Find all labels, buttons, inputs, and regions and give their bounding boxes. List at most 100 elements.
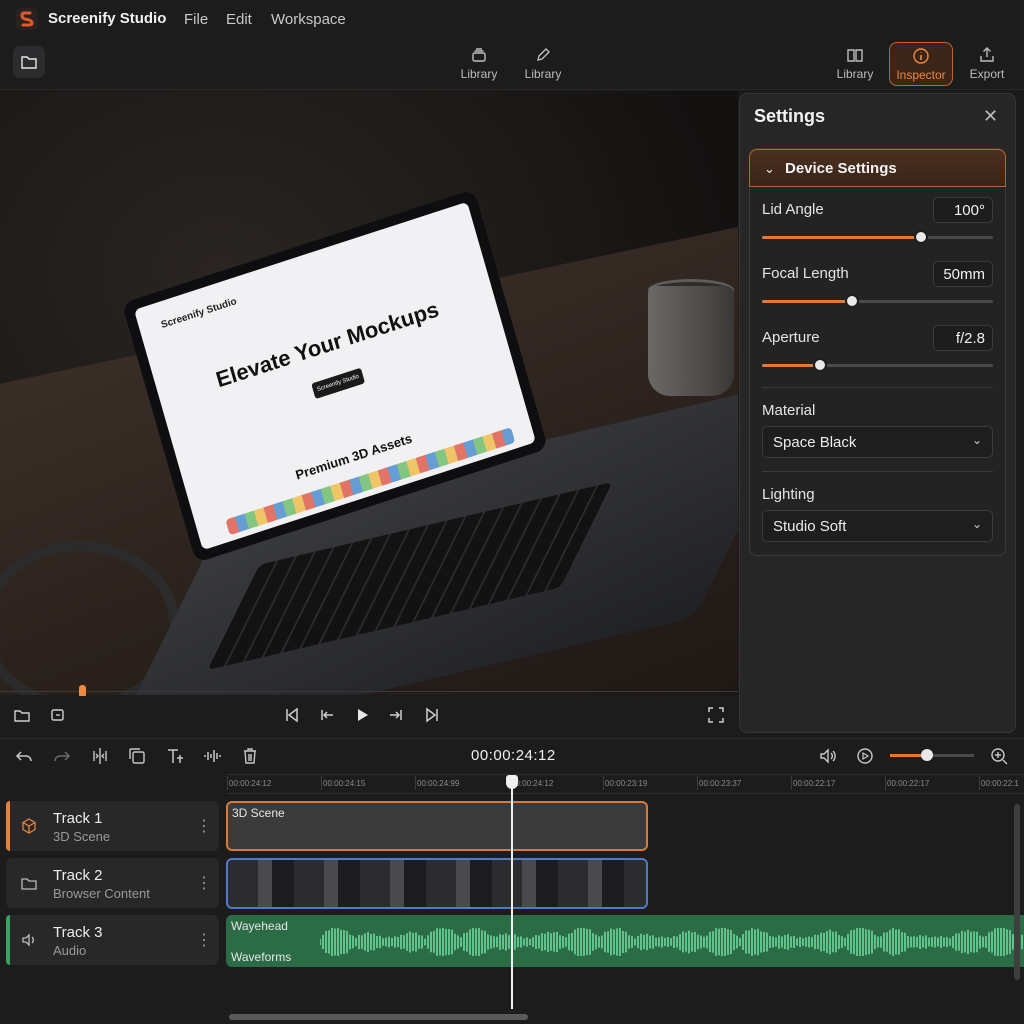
material-select[interactable]: Space Black ⌄	[762, 426, 993, 458]
toolbar-library-edit-button[interactable]: Library	[511, 42, 575, 86]
timeline-vertical-scrollbar[interactable]	[1014, 804, 1020, 980]
trash-icon[interactable]	[240, 746, 260, 766]
divider	[762, 387, 993, 388]
close-icon[interactable]: ✕	[983, 107, 999, 125]
lighting-select[interactable]: Studio Soft ⌄	[762, 510, 993, 542]
track-1-type: 3D Scene	[53, 829, 111, 844]
clip-audio-subtitle: Waveforms	[231, 950, 292, 964]
ruler-tick-label: 00:00:22:17	[887, 779, 930, 788]
clip-browser-content[interactable]	[226, 858, 648, 909]
chevron-down-icon: ⌄	[971, 517, 982, 531]
ruler-tick-line	[791, 776, 792, 790]
app-logo-icon	[16, 8, 38, 30]
timecode-display: 00:00:24:12	[471, 747, 556, 764]
lid-angle-slider-fill	[762, 236, 922, 239]
text-icon[interactable]	[165, 746, 185, 766]
menu-workspace[interactable]: Workspace	[271, 11, 346, 28]
track-1-name: Track 1	[53, 810, 103, 827]
ruler-tick-line	[415, 776, 416, 790]
settings-title: Settings	[754, 106, 826, 126]
toolbar-library-book-label: Library	[836, 67, 874, 81]
folder-icon[interactable]	[12, 705, 32, 725]
ruler-tick-label: 00:00:23:19	[605, 779, 648, 788]
track-1-accent	[6, 801, 10, 851]
pen-icon	[537, 48, 550, 61]
ruler-tick-line	[979, 776, 980, 790]
toolbar-library-button[interactable]: Library	[447, 42, 511, 86]
clip-audio-title: Wayehead	[231, 919, 288, 933]
playhead-handle[interactable]	[506, 775, 518, 789]
scene-viewport[interactable]: Screenify Studio Elevate Your Mockups Sc…	[0, 91, 738, 695]
volume-icon[interactable]	[818, 746, 838, 766]
focal-length-slider-handle[interactable]	[845, 294, 860, 308]
ruler-tick-line	[227, 776, 228, 790]
timeline-zoom-handle[interactable]	[920, 749, 933, 761]
replace-media-icon[interactable]	[48, 705, 68, 725]
ruler-tick-line	[697, 776, 698, 790]
material-value: Space Black	[773, 434, 857, 451]
step-back-icon[interactable]	[317, 705, 337, 725]
lighting-value: Studio Soft	[773, 518, 847, 535]
divider	[762, 471, 993, 472]
ruler-tick-label: 00:00:22:1	[981, 779, 1019, 788]
playhead[interactable]	[511, 777, 513, 1009]
aperture-input[interactable]: f/2.8	[933, 325, 993, 351]
folder-icon	[21, 56, 37, 69]
undo-icon[interactable]	[14, 746, 34, 766]
ruler-tick-label: 00:00:24:12	[229, 779, 272, 788]
more-vertical-icon[interactable]: ⋮	[196, 873, 212, 893]
screen-cta: Screenify Studio	[311, 367, 366, 400]
more-vertical-icon[interactable]: ⋮	[196, 930, 212, 950]
lighting-label: Lighting	[762, 486, 815, 503]
screen-brand: Screenify Studio	[159, 296, 239, 332]
focal-length-slider-fill	[762, 300, 853, 303]
split-icon[interactable]	[90, 746, 110, 766]
preview-scrub-track[interactable]	[0, 691, 738, 692]
skip-start-icon[interactable]	[282, 705, 302, 725]
audio-waveform	[320, 928, 1023, 956]
speaker-icon	[22, 933, 34, 947]
toolbar-library-label: Library	[460, 67, 498, 81]
export-button[interactable]: Export	[955, 42, 1019, 86]
toolbar-library-book-button[interactable]: Library	[823, 42, 887, 86]
ruler-tick-line	[603, 776, 604, 790]
track-2-type: Browser Content	[53, 886, 150, 901]
aperture-slider-handle[interactable]	[812, 358, 827, 372]
aperture-label: Aperture	[762, 329, 820, 346]
inspector-button[interactable]: Inspector	[889, 42, 953, 86]
toolbar-library-edit-label: Library	[524, 67, 562, 81]
cube-icon	[22, 818, 36, 834]
chevron-down-icon: ⌄	[971, 433, 982, 447]
play-icon[interactable]	[352, 705, 372, 725]
coffee-mug	[648, 286, 734, 396]
menu-file[interactable]: File	[184, 11, 208, 28]
playback-speed-icon[interactable]	[855, 746, 875, 766]
ruler-tick-label: 00:00:22:17	[793, 779, 836, 788]
focal-length-label: Focal Length	[762, 265, 849, 282]
aperture-slider-fill	[762, 364, 820, 367]
redo-icon[interactable]	[52, 746, 72, 766]
fullscreen-icon[interactable]	[706, 705, 726, 725]
material-label: Material	[762, 402, 816, 419]
timeline-horizontal-scrollbar[interactable]	[229, 1014, 528, 1020]
open-folder-button[interactable]	[13, 46, 45, 78]
lid-angle-label: Lid Angle	[762, 201, 824, 218]
ruler-tick-label: 00:00:23:37	[699, 779, 742, 788]
ruler-tick-line	[321, 776, 322, 790]
audio-levels-icon[interactable]	[202, 746, 222, 766]
app-title: Screenify Studio	[48, 10, 167, 27]
track-3-type: Audio	[53, 943, 87, 958]
duplicate-icon[interactable]	[127, 746, 147, 766]
step-forward-icon[interactable]	[386, 705, 406, 725]
clip-3d-scene[interactable]: 3D Scene	[226, 801, 648, 851]
track-3-accent	[6, 915, 10, 965]
waveform-path	[320, 928, 1023, 956]
menu-edit[interactable]: Edit	[226, 11, 252, 28]
more-vertical-icon[interactable]: ⋮	[196, 816, 212, 836]
chevron-down-icon: ⌄	[764, 161, 775, 176]
zoom-in-icon[interactable]	[989, 746, 1009, 766]
track-2-name: Track 2	[53, 867, 103, 884]
skip-end-icon[interactable]	[422, 705, 442, 725]
focal-length-input[interactable]: 50mm	[933, 261, 993, 287]
lid-angle-input[interactable]: 100°	[933, 197, 993, 223]
